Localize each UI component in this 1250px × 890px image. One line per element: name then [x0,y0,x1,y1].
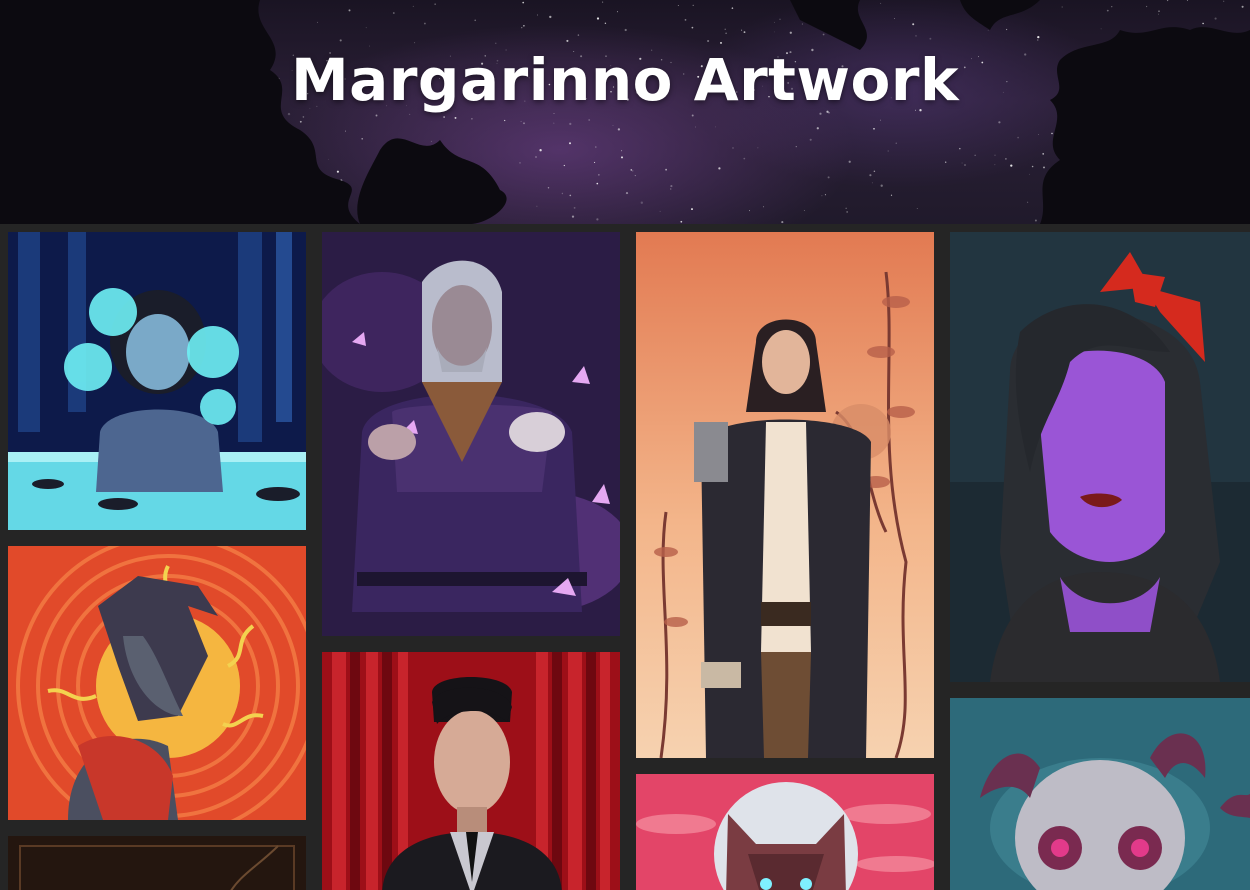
artwork-long-coat-wanderer[interactable] [636,232,934,758]
artwork-horned-skull[interactable] [950,698,1250,890]
artwork-silver-hair-butterflies[interactable] [322,232,620,636]
artwork-moon-wolf[interactable] [636,774,934,890]
artwork-glowing-lilies-girl[interactable] [8,232,306,530]
page-title: Margarinno Artwork [290,46,960,114]
artwork-elf-sun-orange[interactable] [8,546,306,820]
artwork-gallery [0,224,1250,890]
header-banner: Margarinno Artwork [0,0,1250,224]
artwork-purple-girl-red-bow[interactable] [950,232,1250,682]
artwork-dark-vines[interactable] [8,836,306,890]
artwork-man-red-curtain[interactable] [322,652,620,890]
